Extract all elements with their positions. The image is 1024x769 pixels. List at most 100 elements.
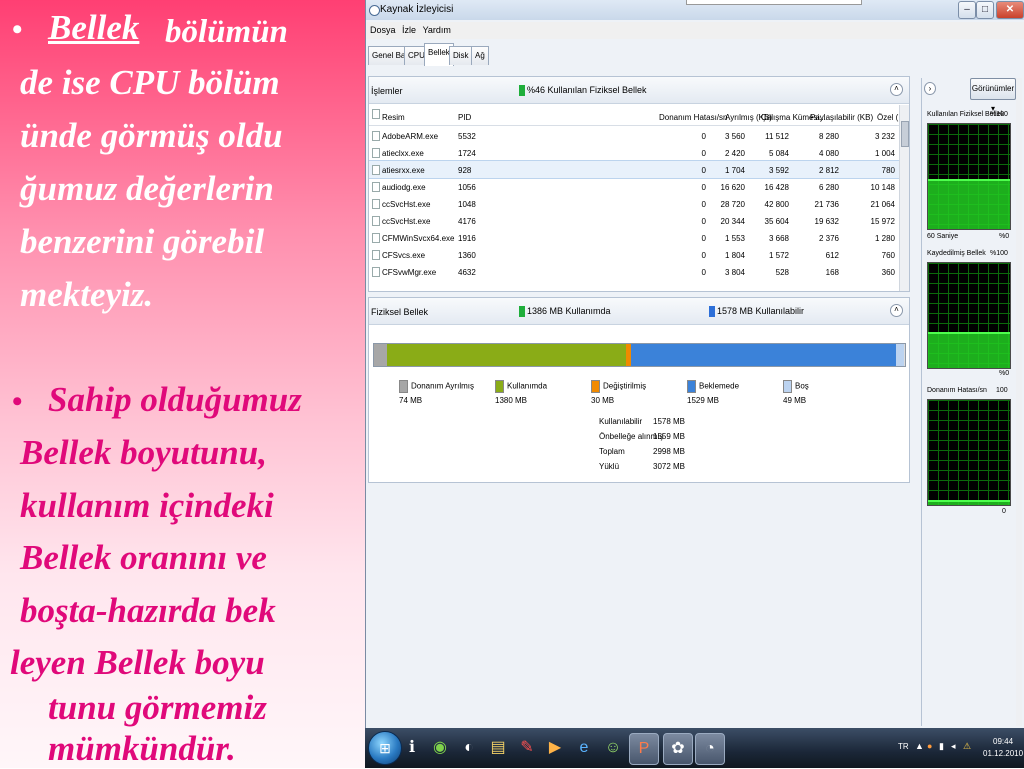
internet-explorer-icon[interactable]: e bbox=[570, 733, 598, 763]
commit-charge-graph bbox=[927, 262, 1011, 369]
cell-priv: 780 bbox=[881, 166, 895, 175]
table-row[interactable]: CFSvwMgr.exe 4632 0 3 804 528 168 360 bbox=[369, 263, 899, 280]
menu-bar: Dosya İzle Yardım bbox=[366, 22, 1024, 39]
cell-hf: 0 bbox=[701, 183, 706, 192]
collapse-button[interactable]: ˄ bbox=[890, 83, 903, 96]
table-row[interactable]: AdobeARM.exe 5532 0 3 560 11 512 8 280 3 232 bbox=[369, 127, 899, 144]
title-bar[interactable]: Kaynak İzleyicisi – □ ✕ bbox=[366, 0, 1024, 20]
collapse-button[interactable]: ˄ bbox=[890, 304, 903, 317]
legend-value: 1380 MB bbox=[495, 396, 528, 405]
cell-ws: 35 604 bbox=[764, 217, 789, 226]
menu-help[interactable]: Yardım bbox=[423, 25, 451, 35]
cell-commit: 1 704 bbox=[724, 166, 745, 175]
resource-monitor-icon[interactable]: ◔ bbox=[695, 733, 725, 765]
row-checkbox[interactable] bbox=[372, 199, 380, 209]
slide-text-panel: • Bellek bölümün de ise CPU bölüm ünde g… bbox=[0, 0, 365, 768]
cell-pid: 928 bbox=[458, 166, 472, 175]
slide-line: mümkündür. bbox=[48, 729, 236, 768]
graph-timespan: 60 Saniye bbox=[927, 233, 959, 240]
select-all-checkbox[interactable] bbox=[372, 109, 380, 119]
table-row[interactable]: ccSvcHst.exe 1048 0 28 720 42 800 21 736 21 06… bbox=[369, 195, 899, 212]
security-icon[interactable]: ● bbox=[927, 741, 932, 751]
cell-hf: 0 bbox=[701, 149, 706, 158]
views-dropdown[interactable]: Görünümler ▾ bbox=[970, 78, 1016, 113]
graph-max: 100 bbox=[996, 387, 1008, 394]
menu-file[interactable]: Dosya bbox=[370, 25, 396, 35]
cell-share: 168 bbox=[825, 268, 839, 277]
powerpoint-icon[interactable]: P bbox=[629, 733, 659, 765]
table-row[interactable]: audiodg.exe 1056 0 16 620 16 428 6 280 10 148 bbox=[369, 178, 899, 195]
cell-share: 21 736 bbox=[814, 200, 839, 209]
maximize-button[interactable]: □ bbox=[976, 1, 994, 19]
row-checkbox[interactable] bbox=[372, 165, 380, 175]
row-checkbox[interactable] bbox=[372, 216, 380, 226]
row-checkbox[interactable] bbox=[372, 233, 380, 243]
row-checkbox[interactable] bbox=[372, 131, 380, 141]
clock[interactable]: 09:44 01.12.2010 bbox=[983, 736, 1023, 760]
scroll-thumb[interactable] bbox=[901, 121, 909, 147]
scrollbar[interactable] bbox=[899, 105, 909, 291]
physical-memory-header[interactable]: Fiziksel Bellek 1386 MB Kullanımda 1578 … bbox=[369, 298, 909, 325]
language-indicator[interactable]: TR bbox=[898, 742, 909, 751]
cell-name: CFSvcs.exe bbox=[382, 251, 426, 260]
cell-commit: 16 620 bbox=[720, 183, 745, 192]
volume-icon[interactable]: ◂ bbox=[951, 741, 956, 752]
graph-max: %100 bbox=[990, 250, 1008, 257]
cell-hf: 0 bbox=[701, 166, 706, 175]
row-checkbox[interactable] bbox=[372, 267, 380, 277]
legend-label: Beklemede bbox=[699, 381, 740, 391]
notes-icon[interactable]: ▤ bbox=[484, 733, 512, 763]
cell-hf: 0 bbox=[701, 234, 706, 243]
network-icon[interactable]: ▮ bbox=[939, 741, 944, 752]
slide-line: leyen Bellek boyu bbox=[10, 643, 265, 682]
close-button[interactable]: ✕ bbox=[996, 1, 1024, 19]
picasa-icon[interactable]: ✿ bbox=[663, 733, 693, 765]
graph-min: 0 bbox=[1002, 508, 1006, 515]
cell-priv: 10 148 bbox=[870, 183, 895, 192]
start-button[interactable]: ⊞ bbox=[368, 731, 402, 765]
expand-pane-icon[interactable]: › bbox=[924, 82, 936, 95]
media-icon[interactable]: ◐ bbox=[455, 733, 483, 763]
messenger-icon[interactable]: ☺ bbox=[599, 733, 627, 763]
table-row[interactable]: CFSvcs.exe 1360 0 1 804 1 572 612 760 bbox=[369, 246, 899, 263]
row-checkbox[interactable] bbox=[372, 250, 380, 260]
legend-swatch bbox=[783, 380, 792, 393]
menu-monitor[interactable]: İzle bbox=[402, 25, 416, 35]
table-row[interactable]: CFMWinSvcx64.exe 1916 0 1 553 3 668 2 376 1 28… bbox=[369, 229, 899, 246]
slide-line: boşta-hazırda bek bbox=[20, 591, 276, 630]
col-image[interactable]: Resim bbox=[382, 113, 405, 122]
cell-pid: 5532 bbox=[458, 132, 476, 141]
cell-commit: 1 804 bbox=[724, 251, 745, 260]
available-status: 1578 MB Kullanılabilir bbox=[709, 306, 804, 318]
table-row[interactable]: atiesrxx.exe 928 0 1 704 3 592 2 812 780 bbox=[369, 160, 899, 179]
graph-line bbox=[928, 499, 1010, 502]
graphs-scrollbar[interactable] bbox=[1016, 78, 1022, 726]
show-hidden-icons[interactable]: ▲ bbox=[915, 741, 924, 751]
tab-disk[interactable]: Disk bbox=[449, 46, 473, 65]
table-header: Resim PID Donanım Hatası/sn Ayrılmış (KB… bbox=[369, 105, 899, 126]
memory-segment bbox=[631, 344, 896, 366]
col-shareable[interactable]: Paylaşılabilir (KB) bbox=[810, 113, 873, 122]
col-pid[interactable]: PID bbox=[458, 113, 471, 122]
chrome-icon[interactable]: ◉ bbox=[426, 733, 454, 763]
col-hard-faults[interactable]: Donanım Hatası/sn bbox=[659, 113, 727, 122]
media-player-icon[interactable]: ▶ bbox=[541, 733, 569, 763]
col-private[interactable]: Özel (KB) bbox=[877, 113, 899, 122]
total-label: Kullanılabilir bbox=[599, 417, 643, 426]
table-row[interactable]: atieclxx.exe 1724 0 2 420 5 084 4 080 1 004 bbox=[369, 144, 899, 161]
paint-icon[interactable]: ✎ bbox=[513, 733, 541, 763]
cell-share: 612 bbox=[825, 251, 839, 260]
cell-commit: 1 553 bbox=[724, 234, 745, 243]
graph-line bbox=[928, 178, 1010, 181]
tab-network[interactable]: Ağ bbox=[471, 46, 489, 65]
info-icon[interactable]: ℹ bbox=[398, 733, 426, 763]
alert-icon[interactable]: ⚠ bbox=[963, 741, 971, 752]
legend-swatch bbox=[687, 380, 696, 393]
table-row[interactable]: ccSvcHst.exe 4176 0 20 344 35 604 19 632 15 97… bbox=[369, 212, 899, 229]
row-checkbox[interactable] bbox=[372, 148, 380, 158]
app-icon bbox=[369, 5, 380, 16]
row-checkbox[interactable] bbox=[372, 182, 380, 192]
minimize-button[interactable]: – bbox=[958, 1, 976, 19]
processes-header[interactable]: İşlemler %46 Kullanılan Fiziksel Bellek … bbox=[369, 77, 909, 104]
graph-title: Donanım Hatası/sn bbox=[927, 387, 987, 394]
